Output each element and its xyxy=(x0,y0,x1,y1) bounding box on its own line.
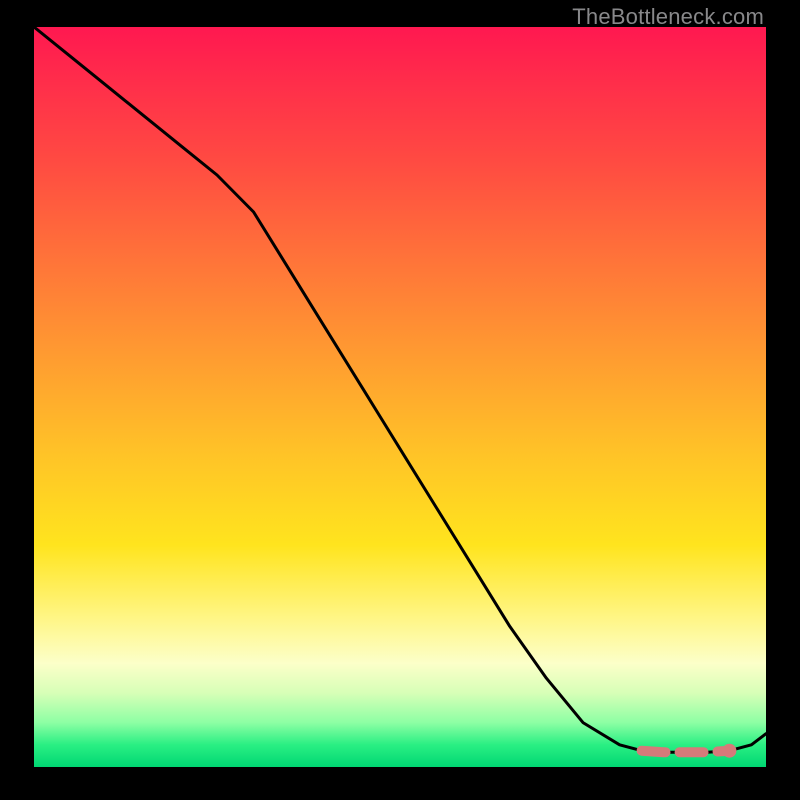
highlight-flat-zone xyxy=(642,751,730,753)
chart-svg xyxy=(34,27,766,767)
plot-area xyxy=(34,27,766,767)
chart-frame: TheBottleneck.com xyxy=(0,0,800,800)
highlight-end-dot xyxy=(722,744,736,758)
bottleneck-curve xyxy=(34,27,766,752)
